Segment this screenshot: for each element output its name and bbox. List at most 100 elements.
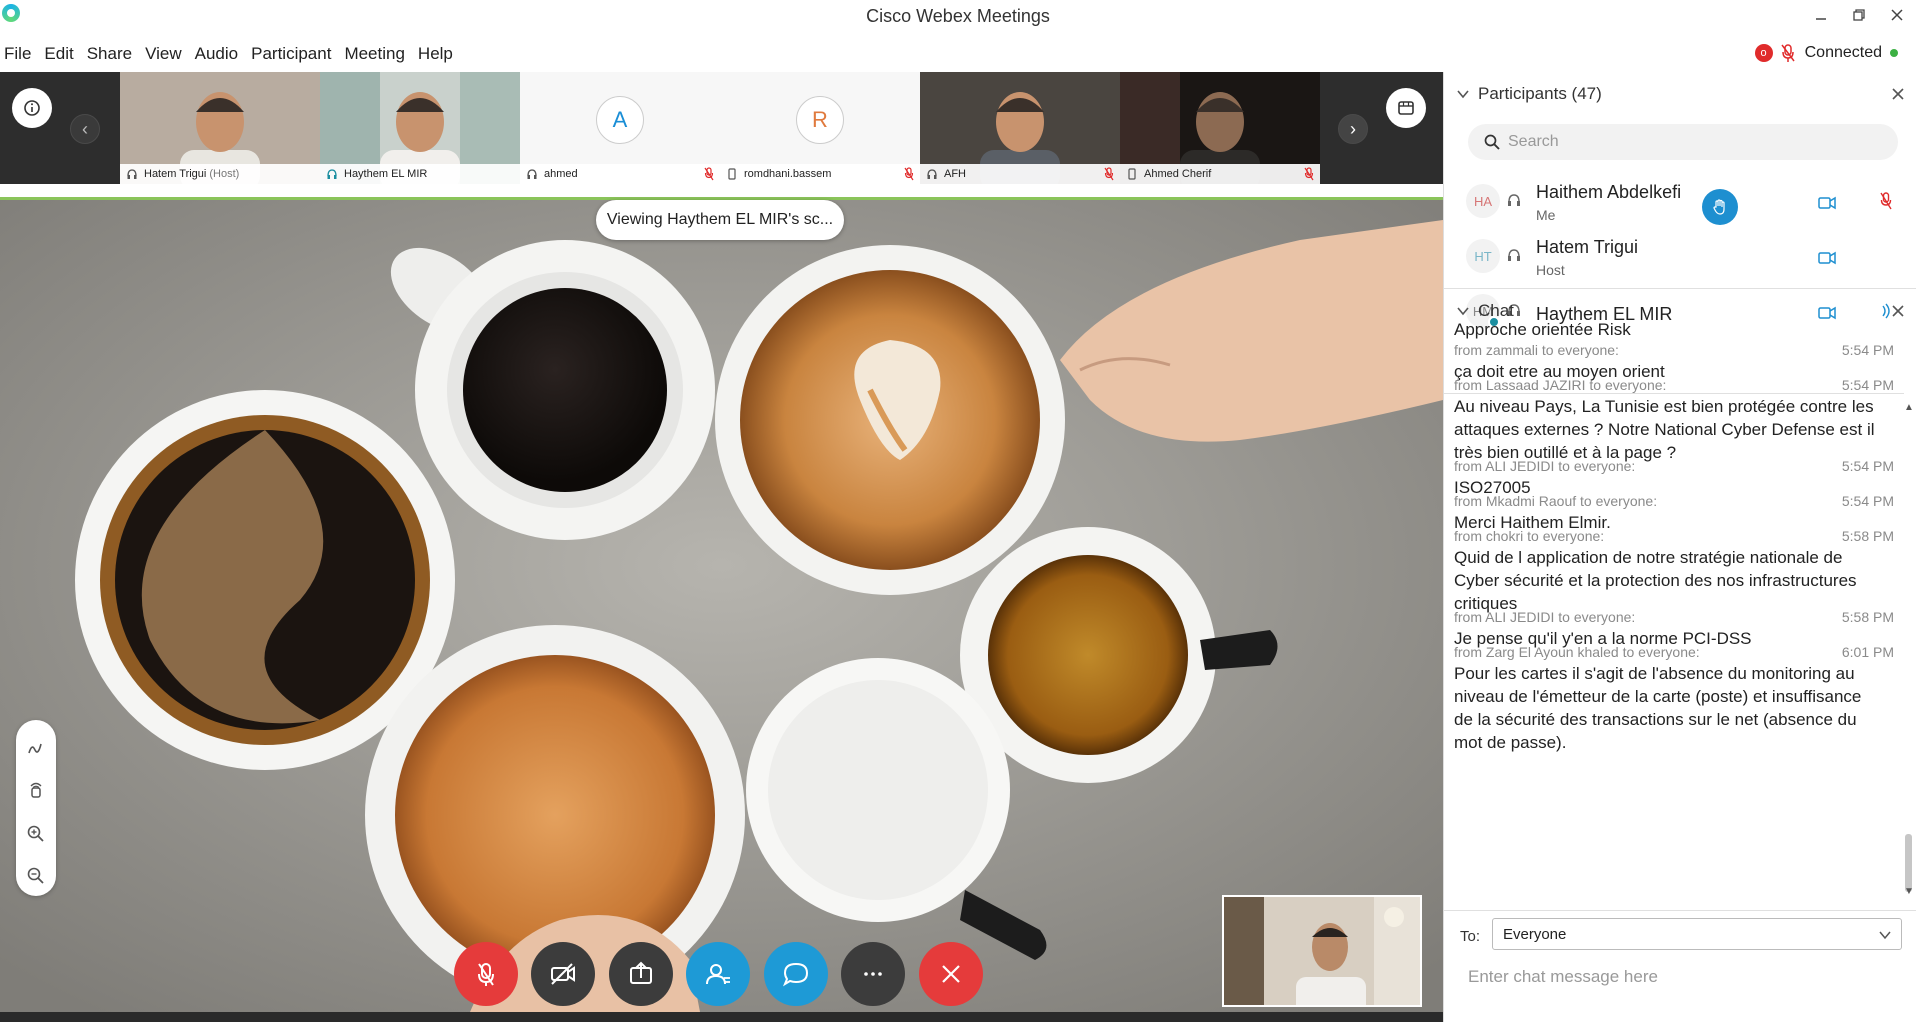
chevron-right-icon: › xyxy=(1350,118,1356,139)
menu-bar: File Edit Share View Audio Participant Meeting… xyxy=(0,40,462,68)
share-icon xyxy=(630,961,652,984)
phone-icon xyxy=(1128,168,1136,180)
menu-audio[interactable]: Audio xyxy=(191,44,247,64)
participants-button[interactable] xyxy=(686,942,750,1006)
participant-tile-name: AFH xyxy=(944,168,966,180)
menu-view[interactable]: View xyxy=(141,44,191,64)
chat-message-text: Au niveau Pays, La Tunisie est bien prot… xyxy=(1454,397,1874,416)
search-input[interactable] xyxy=(1508,130,1868,154)
participant-tile-name: Hatem Trigui xyxy=(144,168,207,180)
viewing-share-badge[interactable]: Viewing Haythem EL MIR's sc... xyxy=(596,200,844,240)
menu-edit[interactable]: Edit xyxy=(40,44,82,64)
participant-tile[interactable]: AFH xyxy=(920,72,1120,184)
zoom-out-icon[interactable] xyxy=(26,866,46,886)
scroll-down-icon[interactable]: ▼ xyxy=(1904,886,1914,897)
participant-role: Host xyxy=(1536,262,1565,278)
chevron-down-icon[interactable] xyxy=(1456,87,1470,101)
leave-button[interactable] xyxy=(919,942,983,1006)
menu-help[interactable]: Help xyxy=(414,44,462,64)
more-icon xyxy=(864,972,882,976)
chat-sender: from ALI JEDIDI to everyone: xyxy=(1454,458,1636,474)
mic-muted-icon[interactable] xyxy=(1781,43,1795,63)
video-strip: ‹ › Hatem Trigui (Host) Haythem EL MIR Aahm… xyxy=(0,72,1443,184)
close-window-button[interactable] xyxy=(1878,0,1916,30)
participant-tile-name: ahmed xyxy=(544,168,578,180)
participant-tile[interactable]: Rromdhani.bassem xyxy=(720,72,920,184)
self-view-image xyxy=(1224,897,1420,1005)
more-button[interactable] xyxy=(841,942,905,1006)
status-area: o Connected xyxy=(1754,40,1916,66)
minimize-button[interactable] xyxy=(1802,0,1840,30)
mute-button[interactable] xyxy=(454,942,518,1006)
window-title: Cisco Webex Meetings xyxy=(866,6,1050,26)
meeting-info-button[interactable] xyxy=(12,88,52,128)
recording-badge-icon[interactable]: o xyxy=(1754,44,1773,62)
participant-tile-label: ahmed xyxy=(520,164,720,184)
shared-coffee-image xyxy=(0,200,1443,1012)
restore-icon xyxy=(1853,9,1865,21)
raise-hand-button[interactable] xyxy=(1702,189,1738,225)
annotate-pen-icon[interactable] xyxy=(26,738,46,758)
scroll-thumb[interactable] xyxy=(1905,834,1912,892)
participant-avatar: R xyxy=(796,96,844,144)
chat-message-input[interactable] xyxy=(1468,962,1888,992)
participant-avatar: HA xyxy=(1466,184,1500,218)
recipient-select[interactable]: Everyone xyxy=(1492,918,1902,950)
shared-screen[interactable] xyxy=(0,200,1443,1012)
self-view-video[interactable] xyxy=(1222,895,1422,1007)
chevron-left-icon: ‹ xyxy=(82,118,88,139)
remote-control-icon[interactable] xyxy=(26,780,46,800)
layout-button[interactable] xyxy=(1386,88,1426,128)
chat-timestamp: 5:54 PM xyxy=(1841,458,1894,474)
participant-row[interactable]: HA Haithem Abdelkefi Me xyxy=(1444,172,1904,226)
restore-button[interactable] xyxy=(1840,0,1878,30)
close-chat-icon[interactable] xyxy=(1891,304,1905,318)
participant-tile[interactable]: Ahmed Cherif xyxy=(1120,72,1320,184)
chat-title: Chat xyxy=(1478,301,1514,320)
participants-title: Participants (47) xyxy=(1478,84,1602,103)
participants-header[interactable]: Participants (47) xyxy=(1444,72,1916,116)
participant-avatar: HT xyxy=(1466,239,1500,273)
chat-messages[interactable]: Approche orientée Risk from zammali to e… xyxy=(1444,322,1916,908)
participant-tile-label: Ahmed Cherif xyxy=(1120,164,1320,184)
chat-sender: from zammali to everyone: xyxy=(1454,342,1619,358)
mic-muted-icon xyxy=(904,167,914,181)
chat-sender: from ALI JEDIDI to everyone: xyxy=(1454,609,1636,625)
menu-meeting[interactable]: Meeting xyxy=(340,44,413,64)
close-participants-icon[interactable] xyxy=(1891,87,1905,101)
window-controls xyxy=(1802,0,1916,34)
menu-participant[interactable]: Participant xyxy=(247,44,340,64)
menu-file[interactable]: File xyxy=(0,44,40,64)
share-button[interactable] xyxy=(609,942,673,1006)
chevron-down-icon[interactable] xyxy=(1456,304,1470,318)
video-off-icon xyxy=(551,963,575,985)
search-icon xyxy=(1484,134,1500,150)
minimize-icon xyxy=(1816,18,1826,20)
participant-tile[interactable]: Aahmed xyxy=(520,72,720,184)
participant-tile[interactable]: Hatem Trigui (Host) xyxy=(120,72,320,184)
mic-muted-icon[interactable] xyxy=(1880,192,1892,210)
participant-tile-name: Ahmed Cherif xyxy=(1144,168,1212,180)
camera-icon[interactable] xyxy=(1818,251,1836,265)
camera-icon[interactable] xyxy=(1818,196,1836,210)
zoom-in-icon[interactable] xyxy=(26,824,46,844)
to-label: To: xyxy=(1460,928,1481,945)
strip-next-button[interactable]: › xyxy=(1338,114,1368,144)
scroll-up-icon[interactable]: ▲ xyxy=(1904,402,1914,413)
participant-row[interactable]: HT Hatem Trigui Host xyxy=(1444,227,1904,281)
menu-share[interactable]: Share xyxy=(83,44,141,64)
strip-prev-button[interactable]: ‹ xyxy=(70,114,100,144)
chat-timestamp: 5:54 PM xyxy=(1841,342,1894,358)
hand-icon xyxy=(1713,199,1725,215)
participant-tile[interactable]: Haythem EL MIR xyxy=(320,72,520,184)
video-button[interactable] xyxy=(531,942,595,1006)
chat-scrollbar[interactable]: ▲ ▼ xyxy=(1904,402,1914,914)
chat-message-text: Pour les cartes il s'agit de l'absence d… xyxy=(1454,664,1855,683)
participant-name: Hatem Trigui xyxy=(1536,237,1639,257)
participant-name: Haithem Abdelkefi xyxy=(1536,182,1682,202)
participant-initials: HA xyxy=(1473,193,1493,209)
chat-button[interactable] xyxy=(764,942,828,1006)
connection-status: Connected xyxy=(1804,44,1882,61)
headset-icon xyxy=(327,169,337,179)
info-icon xyxy=(24,100,40,116)
